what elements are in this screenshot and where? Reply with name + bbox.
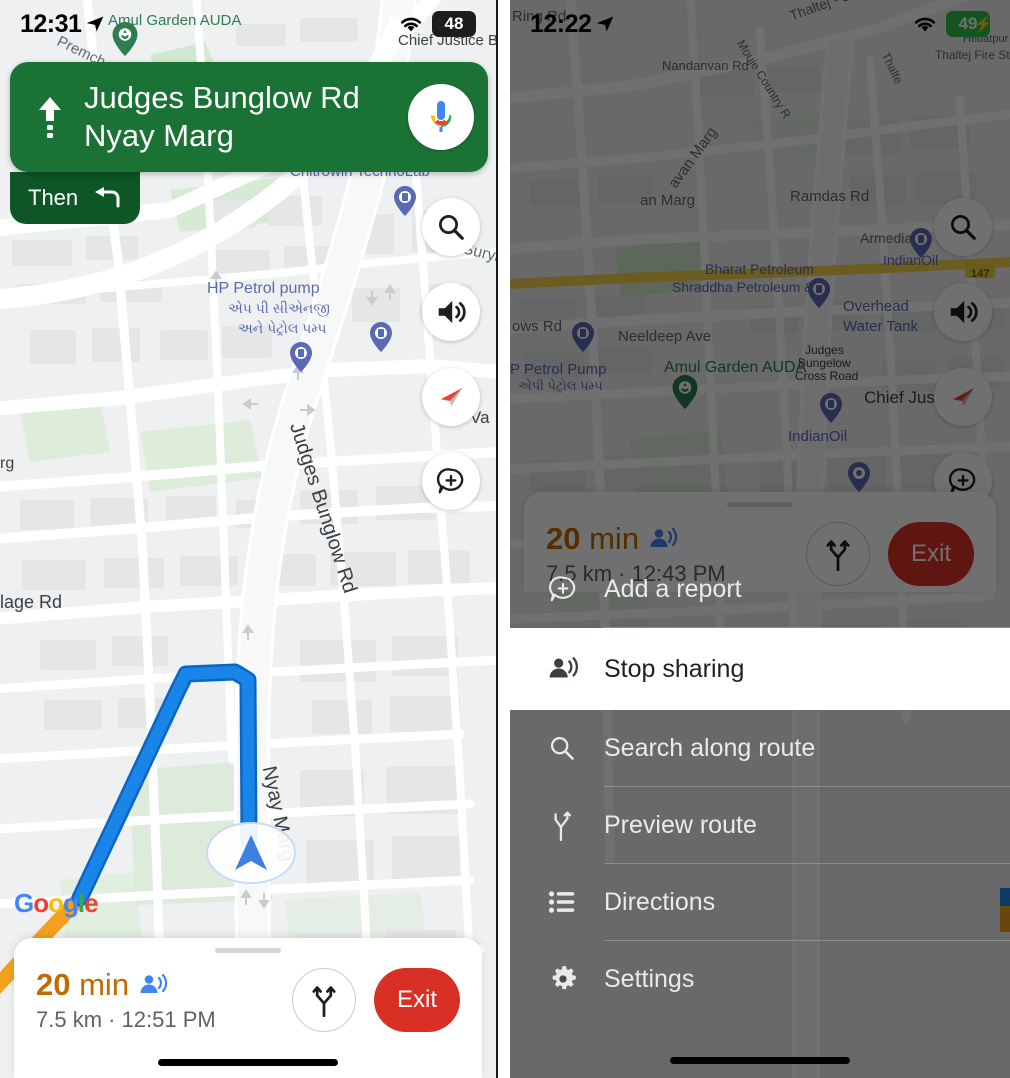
eta-detail: 7.5 km · 12:51 PM	[36, 1007, 216, 1032]
menu-item-label: Stop sharing	[604, 654, 745, 683]
menu-item-search-along-route[interactable]: Search along route	[510, 710, 1010, 786]
continue-straight-arrow-icon	[28, 93, 72, 141]
menu-item-label: Add a report	[604, 574, 742, 603]
compass-button[interactable]	[422, 368, 480, 426]
menu-bottom-spacer	[510, 1017, 1010, 1057]
eta-info: 20 min 7.5 km · 12:51 PM	[36, 967, 292, 1033]
gear-icon	[548, 964, 594, 994]
route-alternatives-button[interactable]	[292, 968, 356, 1032]
home-indicator	[158, 1059, 338, 1066]
speaker-icon	[438, 300, 466, 324]
menu-item-add-a-report[interactable]: Add a report	[510, 551, 1010, 627]
menu-item-label: Preview route	[604, 810, 757, 839]
menu-item-label: Directions	[604, 887, 716, 916]
menu-item-preview-route[interactable]: Preview route	[510, 787, 1010, 863]
search-icon	[548, 734, 594, 762]
sheet-grabber[interactable]	[215, 948, 281, 953]
wifi-icon	[400, 17, 422, 32]
eta-duration-value: 20	[36, 967, 71, 1002]
eta-row: 20 min 7.5 km · 12:51 PM Exit	[36, 967, 460, 1033]
sound-button[interactable]	[422, 283, 480, 341]
map-label: HP Petrol pump	[207, 280, 320, 297]
fuel-pin-icon[interactable]	[290, 342, 312, 372]
menu-item-directions[interactable]: Directions	[510, 864, 1010, 940]
battery-level-text: 48	[444, 14, 464, 33]
street-line-1: Judges Bunglow Rd	[84, 80, 360, 115]
status-time: 12:31	[20, 10, 105, 39]
search-icon	[439, 215, 464, 240]
add-report-button[interactable]	[422, 452, 480, 510]
status-bar-left: 12:31 48	[0, 0, 496, 48]
eta-duration: 20 min	[36, 967, 129, 1003]
then-maneuver-chip: Then	[10, 172, 141, 224]
two-phone-comparison: Amul Garden AUDA Premch Chief Justice Bu…	[0, 0, 1010, 1078]
google-assistant-mic-icon[interactable]	[408, 84, 474, 150]
fuel-pin-icon[interactable]	[394, 186, 416, 216]
battery-indicator: 48	[432, 11, 476, 37]
route-alternatives-icon	[312, 986, 336, 1017]
menu-bottom-pad	[510, 1064, 1010, 1078]
status-time-text: 12:31	[20, 9, 82, 38]
compass-icon	[440, 387, 463, 407]
turn-left-arrow-icon	[95, 187, 120, 208]
menu-item-label: Search along route	[604, 733, 816, 762]
menu-item-stop-sharing[interactable]: Stop sharing	[510, 628, 1010, 710]
current-location-puck	[206, 815, 296, 896]
navigation-options-menu: Add a report Stop sharing Search along r…	[510, 551, 1010, 1078]
map-label: એપ પી સીએનજી	[228, 300, 330, 316]
navigation-banner: Judges Bunglow Rd Nyay Marg	[10, 62, 488, 172]
location-sharing-icon	[140, 973, 168, 993]
fuel-pin-icon[interactable]	[370, 322, 392, 352]
google-logo: Google	[14, 888, 99, 918]
map-label: અને પેટ્રોલ પમ્પ	[238, 320, 327, 336]
menu-item-label: Settings	[604, 964, 695, 993]
eta-duration-unit: min	[79, 967, 130, 1002]
status-indicators: 48	[398, 11, 476, 37]
then-label: Then	[28, 185, 79, 210]
map-label: rg	[0, 455, 15, 472]
search-button[interactable]	[422, 198, 480, 256]
eta-sheet-left[interactable]: 20 min 7.5 km · 12:51 PM Exit	[14, 938, 482, 1078]
exit-button[interactable]: Exit	[374, 968, 460, 1032]
eta-duration-line: 20 min	[36, 967, 292, 1003]
map-label: lage Rd	[0, 592, 63, 612]
left-phone-screenshot: Amul Garden AUDA Premch Chief Justice Bu…	[0, 0, 498, 1078]
menu-item-settings[interactable]: Settings	[510, 941, 1010, 1017]
street-line-2: Nyay Marg	[84, 118, 234, 153]
list-icon	[548, 889, 594, 915]
navigation-instruction: Judges Bunglow Rd Nyay Marg	[72, 79, 408, 155]
location-sharing-icon	[548, 656, 594, 682]
location-arrow-icon	[87, 16, 104, 32]
report-plus-icon	[436, 468, 464, 494]
preview-route-icon	[548, 809, 594, 841]
right-phone-screenshot: Ring Rd Thaltej - Shilaj Rd Mouje Countr…	[510, 0, 1010, 1078]
report-plus-icon	[548, 574, 594, 604]
home-indicator	[670, 1057, 850, 1064]
